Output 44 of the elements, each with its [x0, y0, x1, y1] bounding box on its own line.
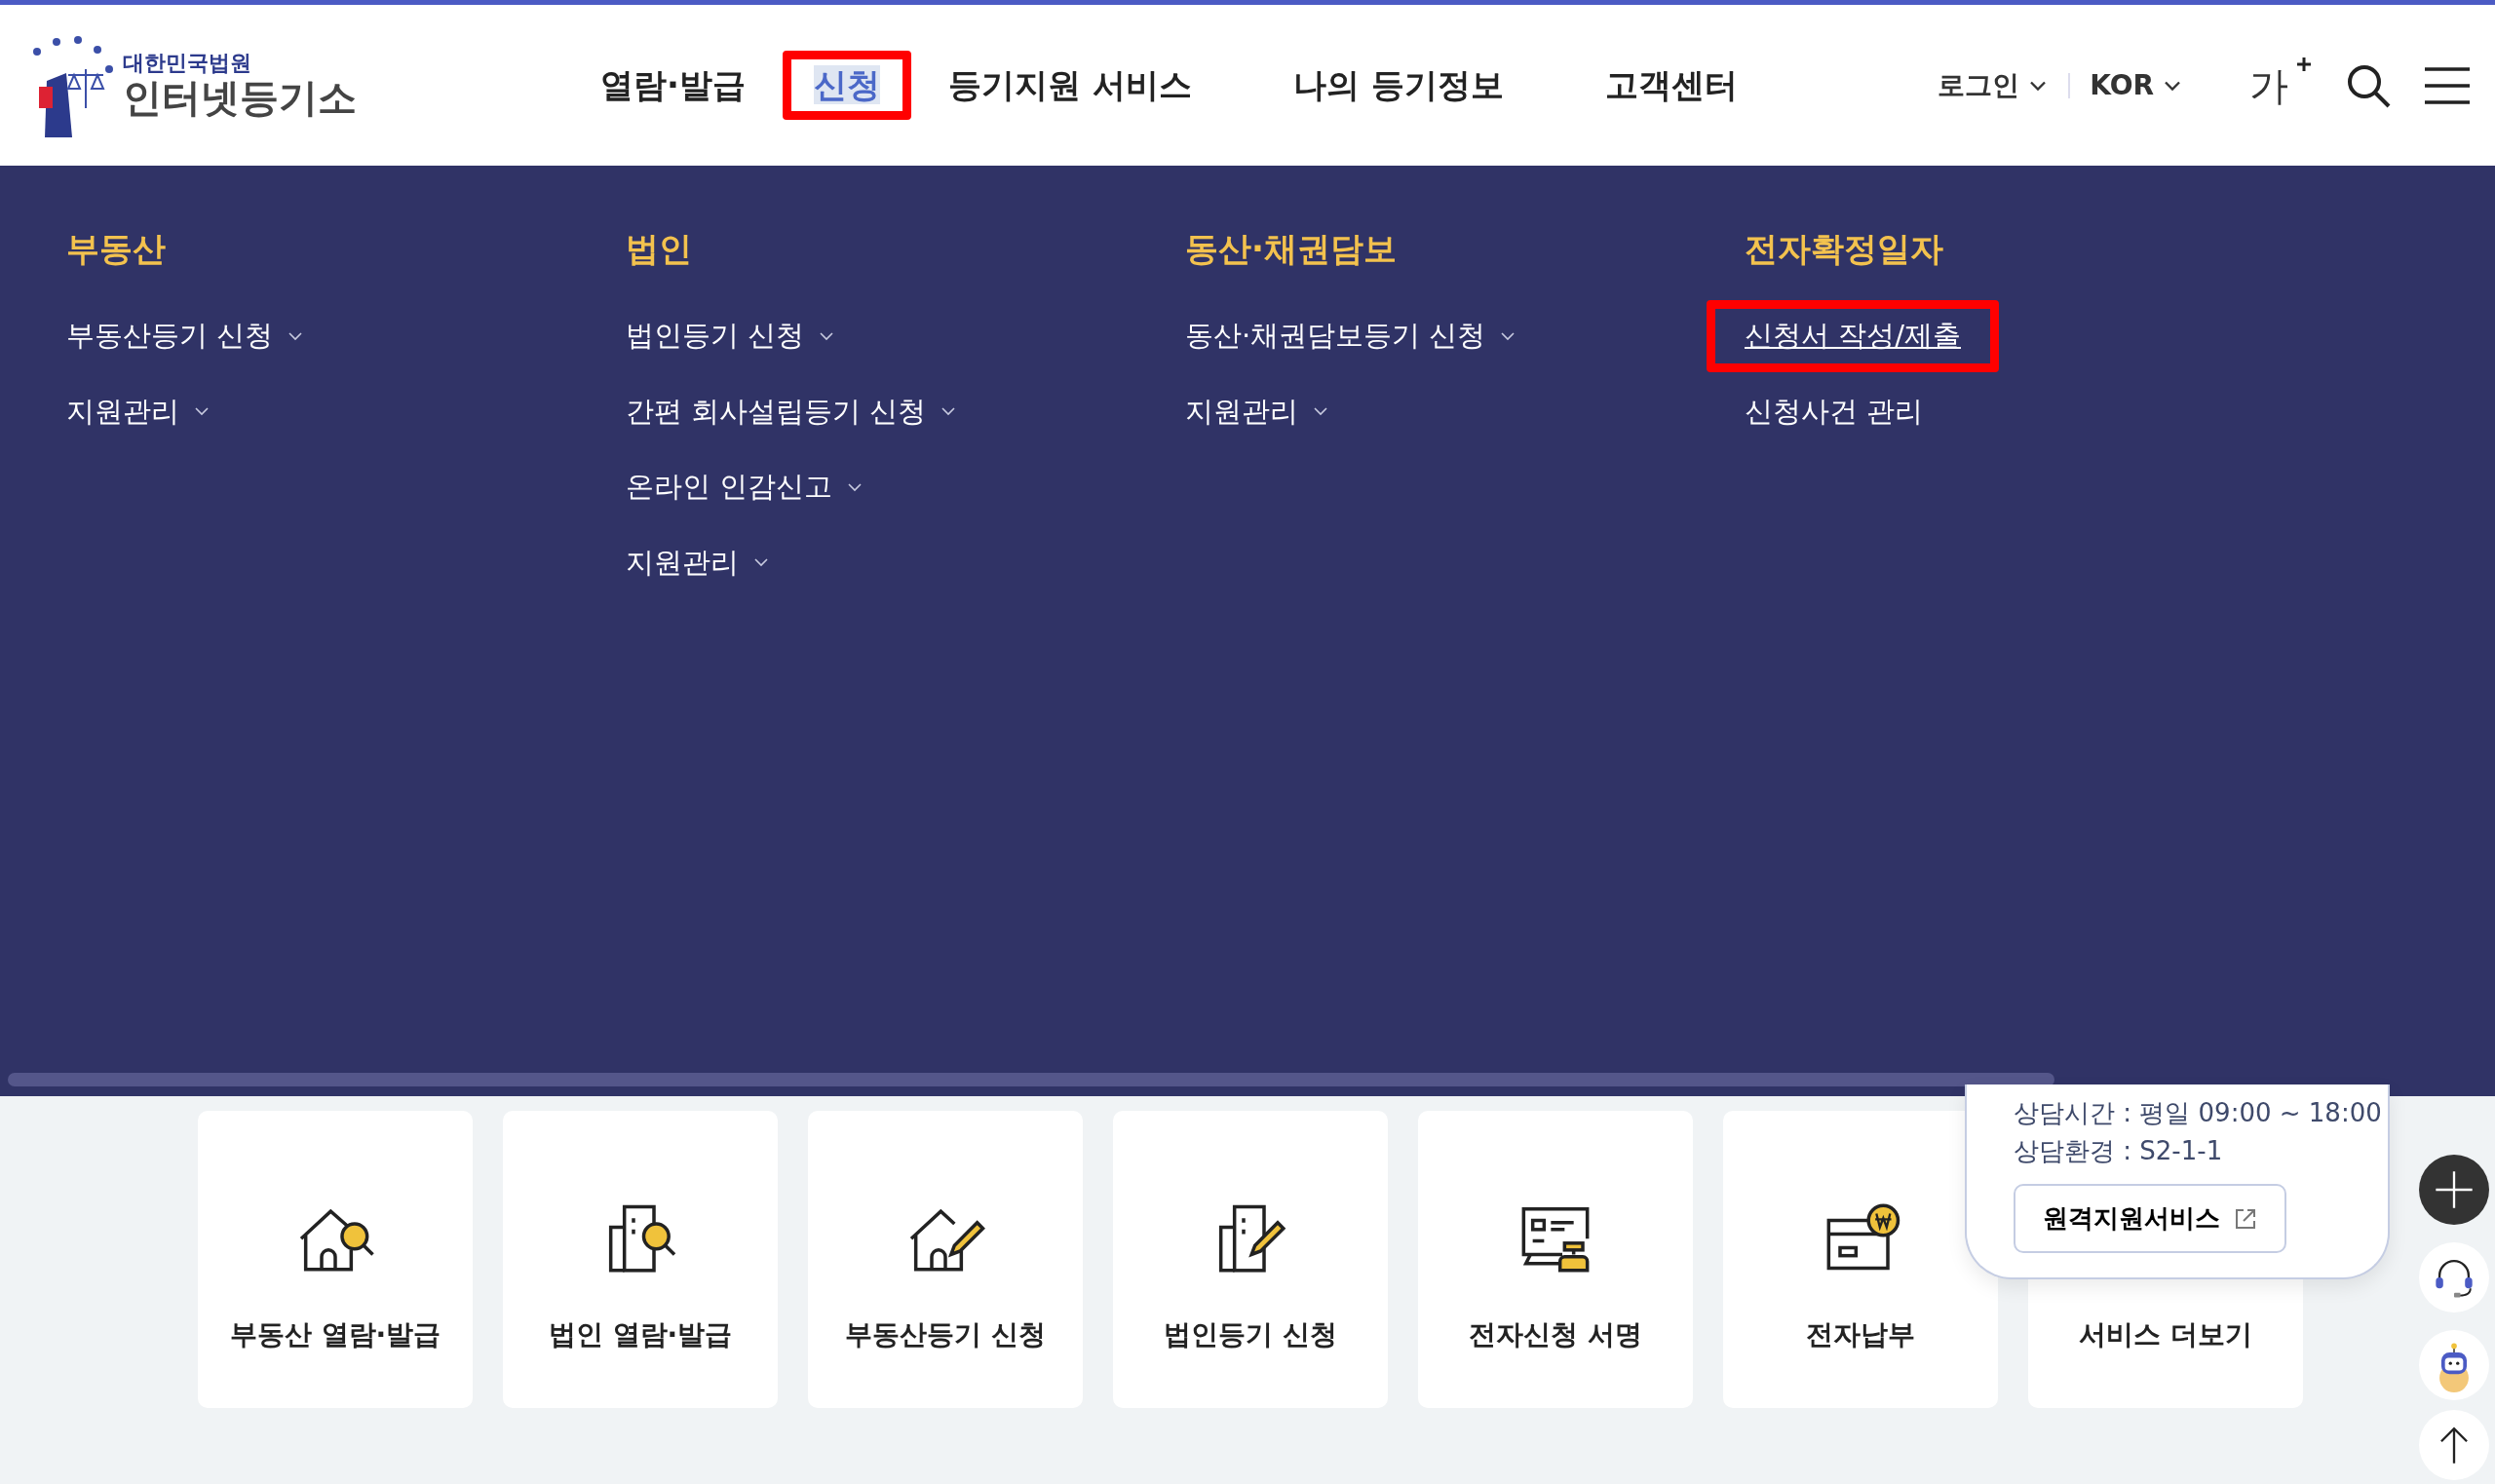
- menu-icon: [2425, 65, 2470, 105]
- menu-link[interactable]: 온라인 인감신고: [626, 466, 1185, 509]
- logo-title: 인터넷등기소: [123, 75, 357, 119]
- menu-link[interactable]: 법인등기 신청: [626, 315, 1185, 358]
- logo-subtitle: 대한민국법원: [123, 52, 252, 76]
- support-info-text: 상담환경 : S2-1-1: [2014, 1135, 2224, 1167]
- scrollbar-thumb[interactable]: [8, 1073, 2054, 1086]
- font-size-button[interactable]: 가: [2244, 55, 2318, 116]
- chevron-down-icon: [846, 480, 864, 493]
- plus-icon: [2296, 56, 2312, 72]
- nav-tab[interactable]: 나의 등기정보: [1261, 51, 1535, 120]
- nav-tab[interactable]: 신청: [782, 51, 911, 120]
- service-card[interactable]: 전자납부: [1723, 1111, 1998, 1408]
- chevron-down-icon: [287, 329, 305, 342]
- service-card[interactable]: 법인 열람·발급: [503, 1111, 778, 1408]
- external-link-icon: [2234, 1206, 2257, 1231]
- chevron-down-icon: [1312, 405, 1329, 418]
- menu-link[interactable]: 신청사건 관리: [1745, 390, 2304, 433]
- chevron-down-icon: [818, 329, 836, 342]
- nav-tab[interactable]: 열람·발급: [569, 51, 777, 120]
- menu-link[interactable]: 지원관리: [66, 390, 626, 433]
- menu-link[interactable]: 지원관리: [626, 541, 1185, 584]
- nav-tab[interactable]: 등기지원 서비스: [916, 51, 1223, 120]
- remote-support-button[interactable]: 원격지원서비스: [2014, 1184, 2286, 1253]
- service-card[interactable]: 부동산 열람·발급: [198, 1111, 473, 1408]
- menu-heading: 법인: [626, 228, 693, 270]
- menu-heading: 동산·채권담보: [1185, 228, 1398, 270]
- chevron-down-icon: [1499, 329, 1517, 342]
- chevron-down-icon: [193, 405, 211, 418]
- menu-heading: 전자확정일자: [1745, 228, 1944, 270]
- menu-link[interactable]: 간편 회사설립등기 신청: [626, 390, 1185, 433]
- service-card[interactable]: 법인등기 신청: [1113, 1111, 1388, 1408]
- chevron-down-icon: [752, 556, 770, 569]
- support-info-text: 상담시간 : 평일 09:00 ~ 18:00: [2014, 1097, 2383, 1129]
- menu-link[interactable]: 신청서 작성/제출: [1707, 300, 1999, 372]
- chevron-down-icon: [940, 405, 958, 418]
- login-dropdown[interactable]: 로그인: [1932, 63, 2055, 107]
- service-card[interactable]: 전자신청 서명: [1418, 1111, 1693, 1408]
- menu-link[interactable]: 지원관리: [1185, 390, 1745, 433]
- nav-tab[interactable]: 고객센터: [1573, 51, 1769, 120]
- service-card[interactable]: 부동산등기 신청: [808, 1111, 1083, 1408]
- menu-heading: 부동산: [66, 228, 167, 270]
- language-dropdown[interactable]: KOR: [2084, 63, 2189, 107]
- menu-link[interactable]: 부동산등기 신청: [66, 315, 626, 358]
